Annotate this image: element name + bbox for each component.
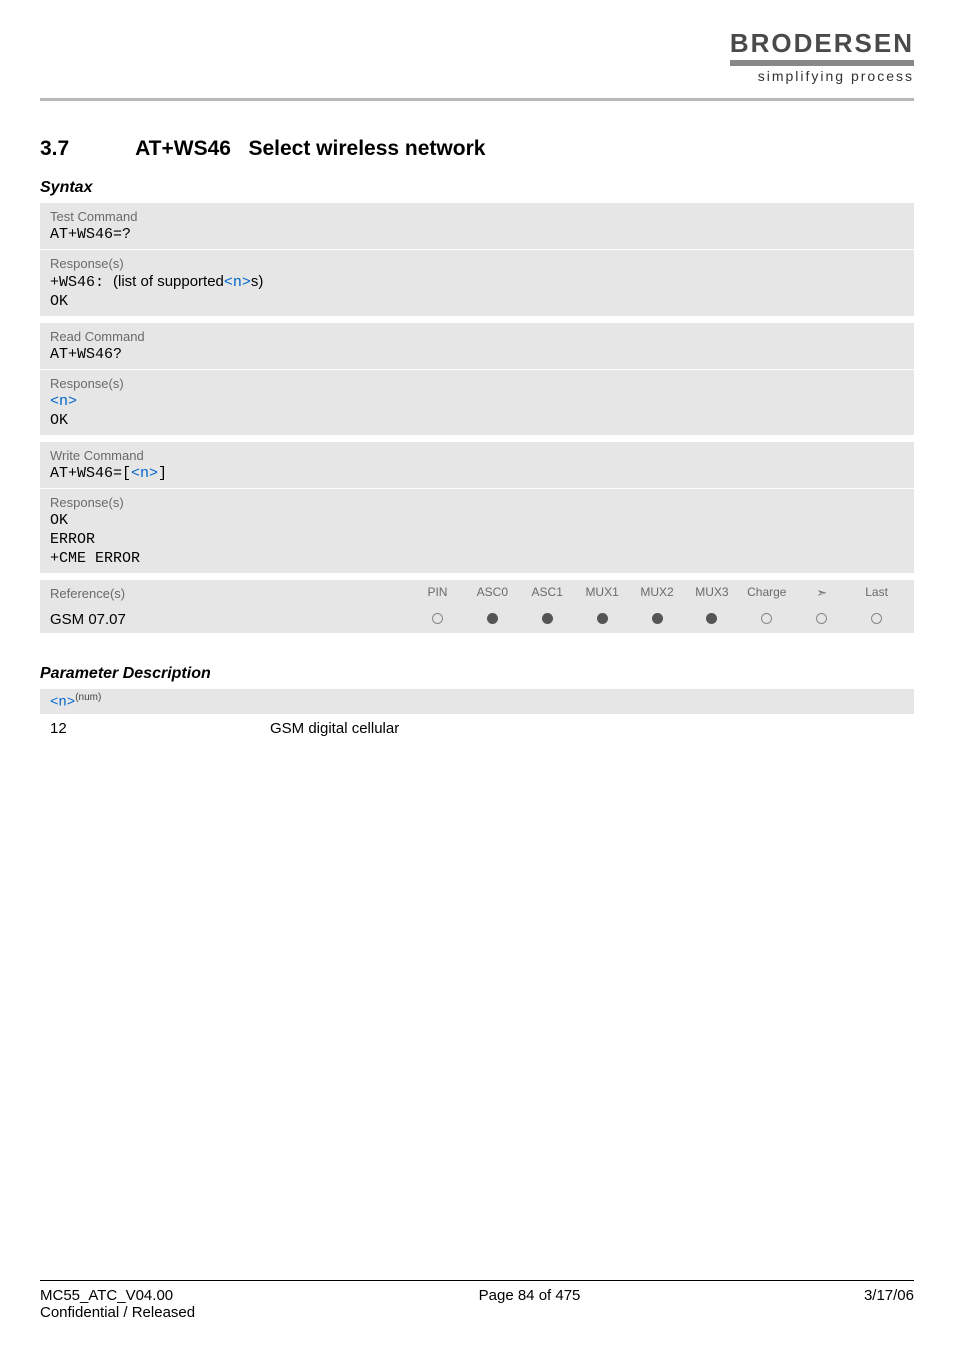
test-response-line: +WS46: (list of supported<n>s)	[50, 273, 904, 291]
logo-tagline: simplifying process	[730, 68, 914, 84]
dot-filled-icon	[706, 613, 717, 624]
dot-filled-icon	[542, 613, 553, 624]
dot-empty-icon	[871, 613, 882, 624]
section-name: Select wireless network	[248, 137, 485, 160]
status-dot-charge	[739, 611, 794, 628]
reference-dots	[410, 611, 904, 628]
param-value-key: 12	[50, 720, 270, 737]
syntax-heading: Syntax	[40, 179, 914, 197]
dot-filled-icon	[597, 613, 608, 624]
write-command-block: Write Command AT+WS46=[<n>]	[40, 442, 914, 489]
read-response-block: Response(s) <n> OK	[40, 370, 914, 436]
col-mux2: MUX2	[630, 585, 685, 601]
read-resp-ok: OK	[50, 412, 904, 429]
col-charge: Charge	[739, 585, 794, 601]
footer-date: 3/17/06	[864, 1287, 914, 1321]
col-asc1: ASC1	[520, 585, 575, 601]
test-resp-prefix: +WS46:	[50, 274, 113, 291]
param-tag-sup: (num)	[75, 692, 101, 703]
header-rule	[40, 98, 914, 101]
write-resp-ok: OK	[50, 512, 904, 529]
footer-confidential: Confidential / Released	[40, 1304, 195, 1321]
write-response-block: Response(s) OK ERROR +CME ERROR	[40, 489, 914, 574]
logo-text: BRODERSEN	[730, 30, 914, 56]
reference-columns: PIN ASC0 ASC1 MUX1 MUX2 MUX3 Charge ➣ La…	[410, 585, 904, 601]
param-value-desc: GSM digital cellular	[270, 720, 399, 737]
col-tool-icon: ➣	[794, 585, 849, 601]
write-cmd-open: [	[122, 465, 131, 482]
read-command-label: Read Command	[50, 329, 904, 344]
col-mux3: MUX3	[684, 585, 739, 601]
read-response-label: Response(s)	[50, 376, 904, 391]
tool-icon: ➣	[816, 585, 827, 601]
read-command-syntax: AT+WS46?	[50, 346, 904, 363]
status-dot-last	[849, 611, 904, 628]
test-resp-ok: OK	[50, 293, 904, 310]
read-resp-param: <n>	[50, 393, 904, 410]
footer-doc-id: MC55_ATC_V04.00	[40, 1287, 195, 1304]
test-response-label: Response(s)	[50, 256, 904, 271]
reference-label: Reference(s)	[50, 586, 410, 601]
logo-bar	[730, 60, 914, 66]
test-resp-text2: s)	[251, 273, 264, 290]
footer-rule	[40, 1280, 914, 1281]
section-cmd: AT+WS46	[135, 137, 231, 160]
status-dot-mux3	[684, 611, 739, 628]
write-resp-error: ERROR	[50, 531, 904, 548]
col-last: Last	[849, 585, 904, 601]
test-command-syntax: AT+WS46=?	[50, 226, 904, 243]
dot-empty-icon	[761, 613, 772, 624]
reference-header-row: Reference(s) PIN ASC0 ASC1 MUX1 MUX2 MUX…	[40, 580, 914, 606]
write-cmd-close: ]	[158, 465, 167, 482]
dot-filled-icon	[487, 613, 498, 624]
param-value-row: 12 GSM digital cellular	[40, 714, 914, 743]
test-command-label: Test Command	[50, 209, 904, 224]
write-response-label: Response(s)	[50, 495, 904, 510]
col-pin: PIN	[410, 585, 465, 601]
status-dot-pin	[410, 611, 465, 628]
param-tag: <n>(num)	[40, 689, 914, 714]
footer-left: MC55_ATC_V04.00 Confidential / Released	[40, 1287, 195, 1321]
test-resp-text1: (list of supported	[113, 273, 224, 290]
write-cmd-param: <n>	[131, 465, 158, 482]
dot-empty-icon	[816, 613, 827, 624]
write-command-label: Write Command	[50, 448, 904, 463]
status-dot-➣	[794, 611, 849, 628]
read-command-block: Read Command AT+WS46?	[40, 323, 914, 370]
status-dot-mux2	[630, 611, 685, 628]
dot-empty-icon	[432, 613, 443, 624]
parameter-description: Parameter Description <n>(num) 12 GSM di…	[40, 665, 914, 743]
brand-logo: BRODERSEN simplifying process	[730, 30, 914, 84]
dot-filled-icon	[652, 613, 663, 624]
page-header: BRODERSEN simplifying process	[40, 30, 914, 92]
col-asc0: ASC0	[465, 585, 520, 601]
test-resp-param: <n>	[224, 274, 251, 291]
status-dot-asc1	[520, 611, 575, 628]
footer-page: Page 84 of 475	[479, 1287, 581, 1321]
col-mux1: MUX1	[575, 585, 630, 601]
section-number: 3.7	[40, 137, 130, 161]
write-command-syntax: AT+WS46=[<n>]	[50, 465, 904, 482]
page-footer: MC55_ATC_V04.00 Confidential / Released …	[40, 1280, 914, 1321]
param-desc-heading: Parameter Description	[40, 665, 914, 683]
test-response-block: Response(s) +WS46: (list of supported<n>…	[40, 250, 914, 317]
write-resp-cme: +CME ERROR	[50, 550, 904, 567]
test-command-block: Test Command AT+WS46=?	[40, 203, 914, 250]
status-dot-mux1	[575, 611, 630, 628]
status-dot-asc0	[465, 611, 520, 628]
reference-value: GSM 07.07	[50, 611, 410, 628]
section-title: 3.7 AT+WS46 Select wireless network	[40, 137, 914, 161]
param-tag-name: <n>	[50, 695, 75, 711]
reference-data-row: GSM 07.07	[40, 606, 914, 633]
write-cmd-prefix: AT+WS46=	[50, 465, 122, 482]
